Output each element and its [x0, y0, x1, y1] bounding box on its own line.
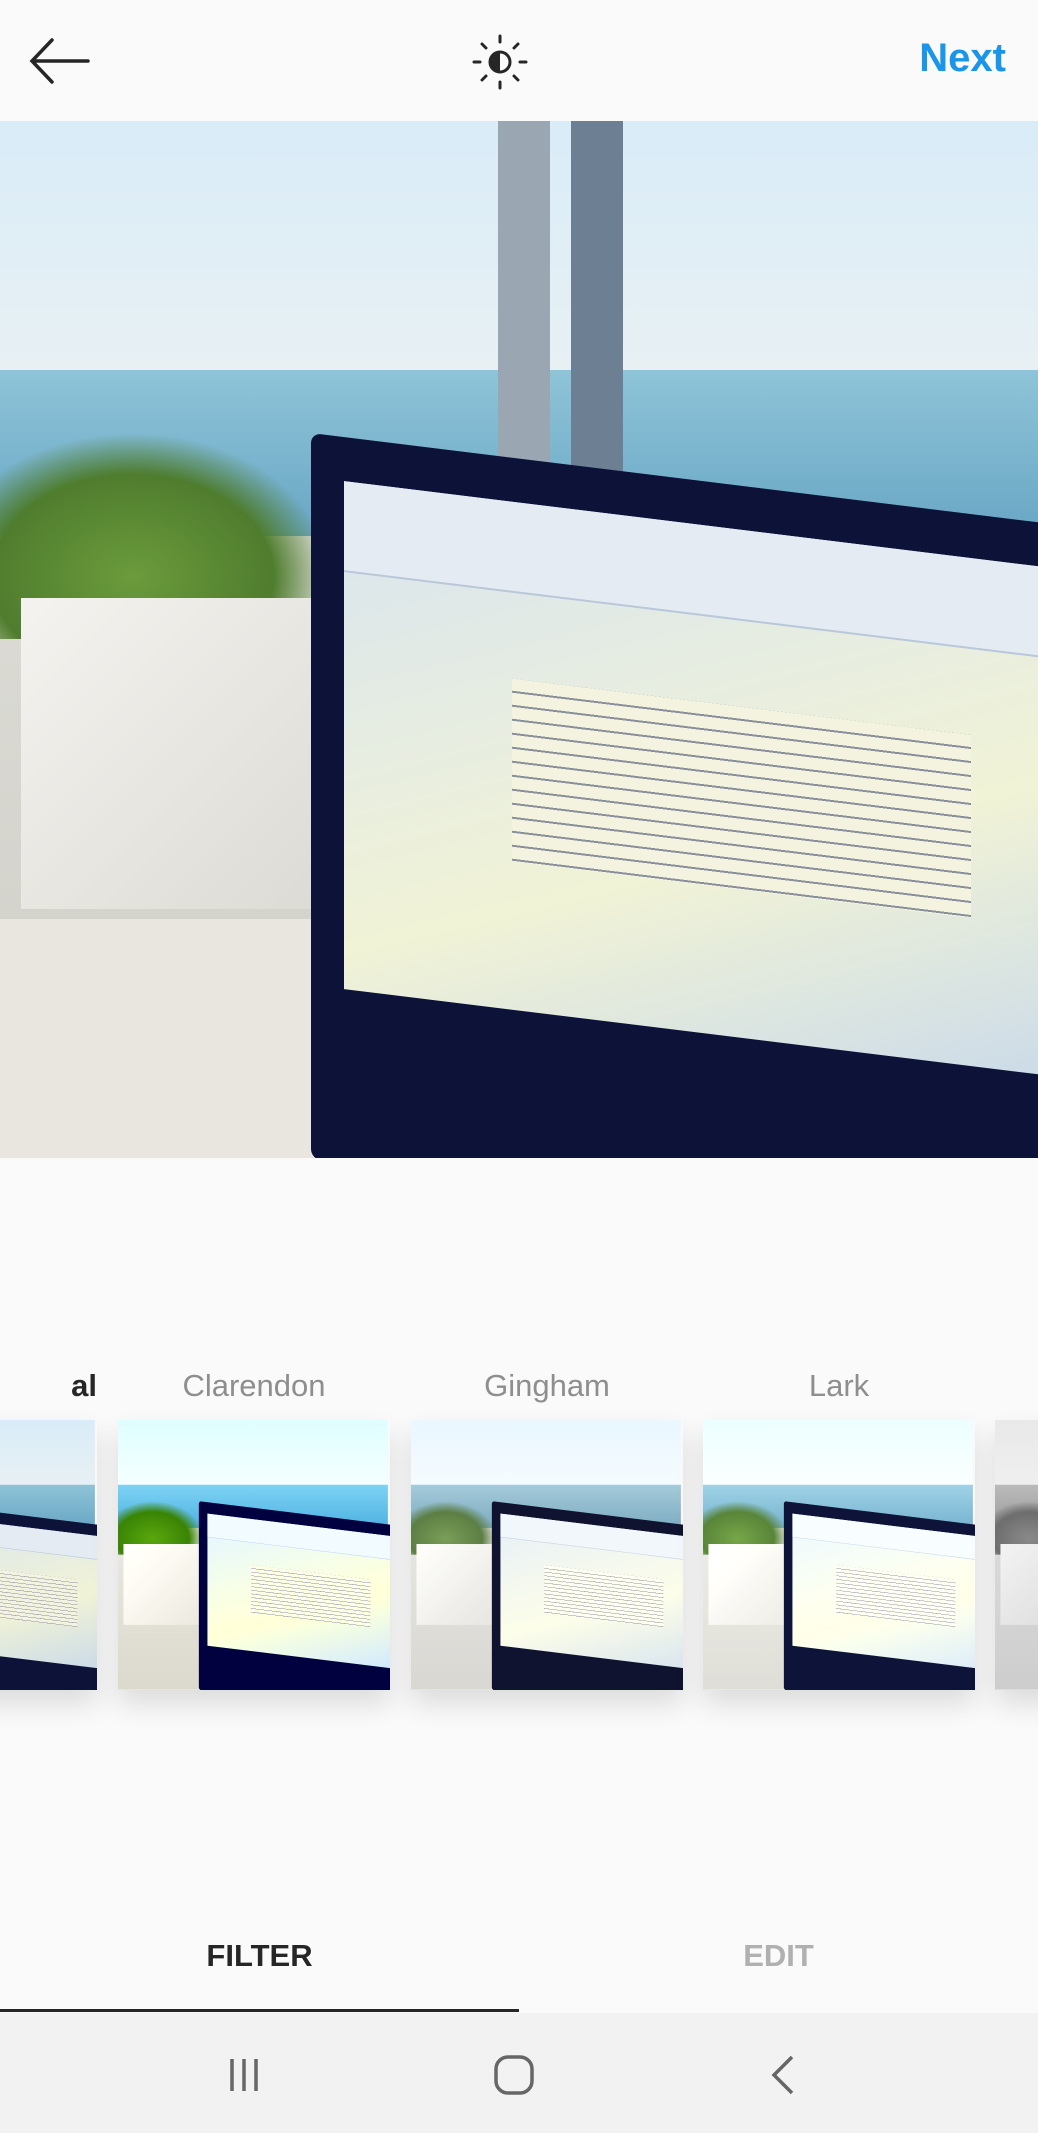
filter-lark[interactable]: Lark [703, 1368, 975, 1690]
tab-edit[interactable]: EDIT [519, 1920, 1038, 2012]
filter-strip: al Clarendon Gingham Lark [0, 1370, 1038, 1700]
system-nav-bar [0, 2013, 1038, 2133]
filter-gingham[interactable]: Gingham [411, 1368, 683, 1690]
filter-label: Lark [808, 1368, 870, 1403]
filter-thumbnail[interactable] [411, 1420, 683, 1690]
home-icon[interactable] [492, 2053, 536, 2097]
filter-normal[interactable]: al [0, 1368, 97, 1690]
filter-label: Clarendon [182, 1368, 326, 1403]
back-chevron-icon[interactable] [762, 2053, 806, 2097]
arrow-left-icon[interactable] [28, 36, 92, 86]
recents-icon[interactable] [222, 2053, 266, 2097]
filter-label: Gingham [484, 1368, 610, 1403]
filter-next[interactable] [995, 1370, 1038, 1690]
lux-sun-icon[interactable] [472, 34, 528, 90]
tab-filter[interactable]: FILTER [0, 1920, 519, 2012]
filter-thumbnail[interactable] [118, 1420, 390, 1690]
next-button[interactable]: Next [919, 36, 1006, 81]
filter-clarendon[interactable]: Clarendon [118, 1368, 390, 1690]
filter-thumbnail[interactable] [0, 1420, 97, 1690]
mode-tabs: FILTER EDIT [0, 1920, 1038, 2012]
filter-thumbnail[interactable] [995, 1420, 1038, 1690]
photo-preview [0, 121, 1038, 1158]
filter-label [995, 1370, 1038, 1420]
filter-label: al [71, 1368, 97, 1403]
top-bar: Next [0, 0, 1038, 121]
filter-thumbnail[interactable] [703, 1420, 975, 1690]
